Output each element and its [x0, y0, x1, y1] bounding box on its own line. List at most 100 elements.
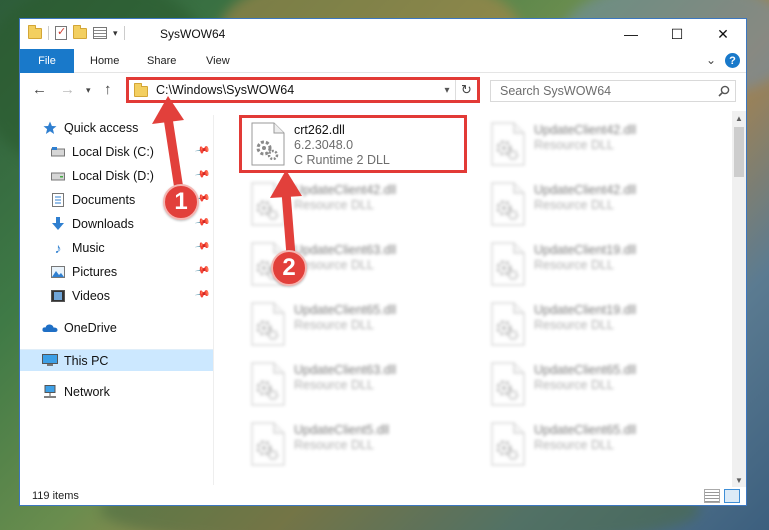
- vertical-scrollbar[interactable]: ▲ ▼: [732, 111, 746, 487]
- scroll-up-arrow-icon[interactable]: ▲: [732, 111, 746, 125]
- file-type: Resource DLL: [534, 198, 614, 212]
- file-type: Resource DLL: [294, 438, 374, 452]
- callout-badge-2: 2: [271, 250, 307, 286]
- details-view-icon[interactable]: [704, 489, 720, 503]
- tab-share[interactable]: Share: [147, 55, 176, 67]
- sidebar-item-onedrive[interactable]: OneDrive: [42, 317, 213, 339]
- sidebar-item-label: Downloads: [72, 217, 134, 231]
- file-name: UpdateClient42.dll: [534, 123, 637, 137]
- file-tile[interactable]: UpdateClient19.dll Resource DLL: [482, 297, 722, 351]
- pane-divider: [213, 115, 214, 485]
- sidebar-item-videos[interactable]: Videos 📌: [50, 285, 213, 307]
- dll-file-icon: [490, 362, 526, 406]
- dll-file-icon: [490, 302, 526, 346]
- ribbon: File Home Share View ⌄ ?: [20, 49, 746, 73]
- search-icon[interactable]: [713, 85, 735, 97]
- file-tile[interactable]: UpdateClient65.dll Resource DLL: [482, 357, 722, 411]
- file-name: crt262.dll: [294, 123, 345, 137]
- cloud-icon: [42, 321, 58, 335]
- address-path[interactable]: C:\Windows\SysWOW64: [156, 83, 439, 97]
- tab-view[interactable]: View: [206, 55, 230, 67]
- address-dropdown-icon[interactable]: ▾: [439, 85, 455, 96]
- up-arrow-icon[interactable]: ↑: [104, 81, 112, 98]
- sidebar-item-pictures[interactable]: Pictures 📌: [50, 261, 213, 283]
- quick-access-toolbar: ▾: [28, 24, 125, 40]
- file-name: UpdateClient63.dll: [294, 363, 397, 377]
- minimize-button[interactable]: —: [608, 19, 654, 49]
- dll-file-icon: [250, 302, 286, 346]
- file-tile[interactable]: UpdateClient42.dll Resource DLL: [482, 117, 722, 171]
- sidebar-item-label: Pictures: [72, 265, 118, 279]
- file-tile[interactable]: UpdateClient5.dll Resource DLL: [242, 417, 482, 471]
- file-name: UpdateClient65.dll: [294, 303, 397, 317]
- dll-file-icon: [490, 242, 526, 286]
- window-title: SysWOW64: [160, 27, 226, 41]
- sidebar-item-label: Local Disk (C:): [72, 145, 154, 159]
- forward-arrow-icon[interactable]: →: [60, 81, 75, 98]
- file-tile[interactable]: UpdateClient65.dll Resource DLL: [242, 297, 482, 351]
- file-name: UpdateClient5.dll: [294, 423, 390, 437]
- properties-icon[interactable]: [55, 25, 67, 40]
- back-arrow-icon[interactable]: ←: [32, 81, 47, 98]
- tab-file[interactable]: File: [20, 49, 74, 73]
- file-type: Resource DLL: [534, 378, 614, 392]
- sidebar-item-label: Music: [72, 241, 105, 255]
- maximize-button[interactable]: ☐: [654, 19, 700, 49]
- file-tile[interactable]: UpdateClient63.dll Resource DLL: [242, 357, 482, 411]
- window-controls: — ☐ ✕: [608, 19, 746, 49]
- search-input[interactable]: Search SysWOW64: [500, 84, 713, 98]
- sidebar-item-network[interactable]: Network: [42, 381, 213, 403]
- dll-file-icon: [250, 422, 286, 466]
- recent-locations-chevron-icon[interactable]: ▾: [86, 85, 91, 96]
- file-tile[interactable]: UpdateClient19.dll Resource DLL: [482, 237, 722, 291]
- network-icon: [42, 385, 58, 399]
- drive-icon: [50, 169, 66, 183]
- pin-icon[interactable]: 📌: [194, 286, 211, 302]
- status-bar: 119 items: [20, 487, 746, 507]
- file-type: Resource DLL: [534, 438, 614, 452]
- file-version: 6.2.3048.0: [294, 138, 354, 152]
- search-box[interactable]: Search SysWOW64: [490, 80, 736, 102]
- sidebar-item-label: Videos: [72, 289, 110, 303]
- dll-file-icon: [250, 362, 286, 406]
- file-name: UpdateClient65.dll: [534, 363, 637, 377]
- sidebar-item-this-pc[interactable]: This PC: [20, 349, 213, 371]
- file-explorer-window: ▾ SysWOW64 — ☐ ✕ File Home Share View ⌄ …: [19, 18, 747, 506]
- scroll-down-arrow-icon[interactable]: ▼: [732, 473, 746, 487]
- customize-toolbar-dropdown[interactable]: ▾: [113, 28, 118, 39]
- close-button[interactable]: ✕: [700, 19, 746, 49]
- scroll-thumb[interactable]: [734, 127, 744, 177]
- file-type: Resource DLL: [534, 318, 614, 332]
- sidebar-item-label: Network: [64, 385, 110, 399]
- file-tile[interactable]: UpdateClient65.dll Resource DLL: [482, 417, 722, 471]
- dll-file-icon: [250, 122, 286, 166]
- pin-icon[interactable]: 📌: [194, 262, 211, 278]
- file-type: Resource DLL: [534, 258, 614, 272]
- folder-icon: [28, 24, 42, 39]
- title-bar: ▾ SysWOW64 — ☐ ✕: [20, 19, 746, 49]
- file-type: Resource DLL: [534, 138, 614, 152]
- file-tile-crt262[interactable]: crt262.dll 6.2.3048.0 C Runtime 2 DLL: [242, 117, 482, 171]
- tab-home[interactable]: Home: [90, 55, 119, 67]
- new-folder-icon[interactable]: [73, 24, 87, 39]
- expand-ribbon-chevron-icon[interactable]: ⌄: [706, 53, 716, 67]
- dll-file-icon: [490, 182, 526, 226]
- star-icon: [42, 121, 58, 135]
- help-icon[interactable]: ?: [725, 53, 740, 68]
- file-list: crt262.dll 6.2.3048.0 C Runtime 2 DLL Up…: [220, 109, 730, 485]
- sidebar-item-label: OneDrive: [64, 321, 117, 335]
- music-icon: ♪: [54, 240, 62, 256]
- downloads-icon: [50, 217, 66, 231]
- pin-icon[interactable]: 📌: [194, 214, 211, 230]
- view-icon[interactable]: [93, 27, 107, 39]
- file-name: UpdateClient19.dll: [534, 303, 637, 317]
- sidebar-item-label: Quick access: [64, 121, 139, 135]
- computer-icon: [42, 354, 58, 368]
- large-icons-view-icon[interactable]: [724, 489, 740, 503]
- toolbar-divider: [48, 26, 49, 40]
- file-tile[interactable]: UpdateClient42.dll Resource DLL: [482, 177, 722, 231]
- sidebar-item-music[interactable]: ♪ Music 📌: [50, 237, 213, 259]
- file-name: UpdateClient42.dll: [534, 183, 637, 197]
- refresh-icon[interactable]: ↻: [455, 80, 477, 100]
- pin-icon[interactable]: 📌: [194, 238, 211, 254]
